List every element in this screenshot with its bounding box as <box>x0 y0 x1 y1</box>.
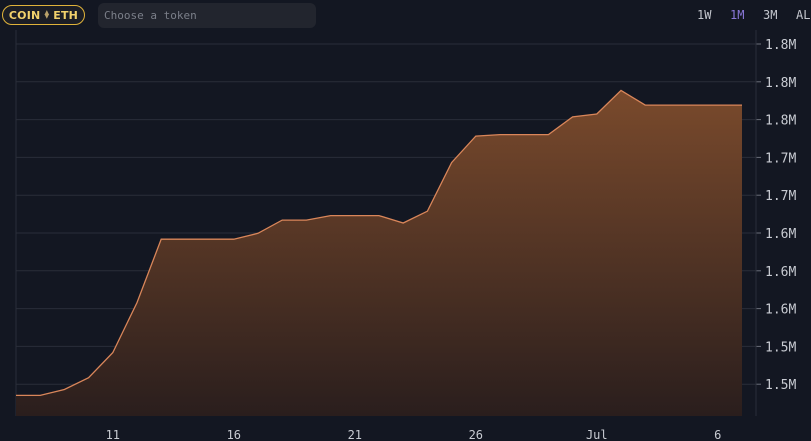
y-tick-label: 1.8M <box>765 76 796 91</box>
x-tick-label: 16 <box>227 428 241 441</box>
y-axis-labels: 1.5M 1.5M 1.6M 1.6M 1.6M 1.7M 1.7M 1.8M 1.8M 1.8M <box>765 38 796 393</box>
data-point <box>740 103 744 107</box>
data-point <box>111 351 115 355</box>
data-point <box>14 393 18 397</box>
data-point <box>643 103 647 107</box>
y-tick-label: 1.6M <box>765 265 796 280</box>
data-point <box>353 214 357 218</box>
data-point <box>571 115 575 119</box>
data-point <box>62 388 66 392</box>
data-point <box>522 133 526 137</box>
token-pair-button[interactable]: COIN ▲ ▼ ETH <box>2 5 85 25</box>
data-point <box>329 214 333 218</box>
y-tick-label: 1.8M <box>765 114 796 129</box>
range-tab-1m[interactable]: 1M <box>730 8 744 22</box>
data-point <box>401 221 405 225</box>
data-point <box>232 237 236 241</box>
data-point <box>667 103 671 107</box>
data-point <box>280 218 284 222</box>
range-tab-3m[interactable]: 3M <box>763 8 777 22</box>
y-tick-label: 1.5M <box>765 340 796 355</box>
x-axis-labels: 11 16 21 26 Jul 6 <box>106 428 722 441</box>
data-point <box>474 134 478 138</box>
y-tick-label: 1.7M <box>765 189 796 204</box>
swap-arrows-icon: ▲ ▼ <box>44 9 50 20</box>
data-point <box>377 214 381 218</box>
y-tick-label: 1.5M <box>765 378 796 393</box>
price-chart[interactable]: 1.5M 1.5M 1.6M 1.6M 1.6M 1.7M 1.7M 1.8M 1.8M 1.8M… <box>0 0 811 441</box>
toolbar: COIN ▲▼ ETH 1W 1M 3M AL <box>0 0 811 34</box>
pair-base-label: COIN <box>8 8 41 22</box>
data-point <box>208 237 212 241</box>
data-point <box>619 88 623 92</box>
data-point <box>304 218 308 222</box>
token-search-input[interactable] <box>98 3 316 28</box>
x-tick-label: 26 <box>469 428 483 441</box>
x-tick-label: 6 <box>714 428 721 441</box>
data-point <box>716 103 720 107</box>
y-tick-label: 1.8M <box>765 38 796 53</box>
data-point <box>256 231 260 235</box>
data-point <box>595 112 599 116</box>
y-tick-label: 1.6M <box>765 227 796 242</box>
data-point <box>546 133 550 137</box>
price-area-fill <box>16 90 742 417</box>
data-point <box>425 209 429 213</box>
data-point <box>87 376 91 380</box>
data-point <box>692 103 696 107</box>
x-tick-label: 21 <box>348 428 362 441</box>
data-point <box>135 301 139 305</box>
data-point <box>159 237 163 241</box>
y-tick-label: 1.6M <box>765 303 796 318</box>
x-tick-label: Jul <box>586 428 608 441</box>
range-tab-all[interactable]: AL <box>796 8 810 22</box>
data-point <box>450 161 454 165</box>
range-tab-1w[interactable]: 1W <box>697 8 711 22</box>
y-tick-label: 1.7M <box>765 151 796 166</box>
data-point <box>38 393 42 397</box>
pair-quote-label: ETH <box>53 8 79 22</box>
x-tick-label: 11 <box>106 428 120 441</box>
data-point <box>183 237 187 241</box>
data-point <box>498 133 502 137</box>
